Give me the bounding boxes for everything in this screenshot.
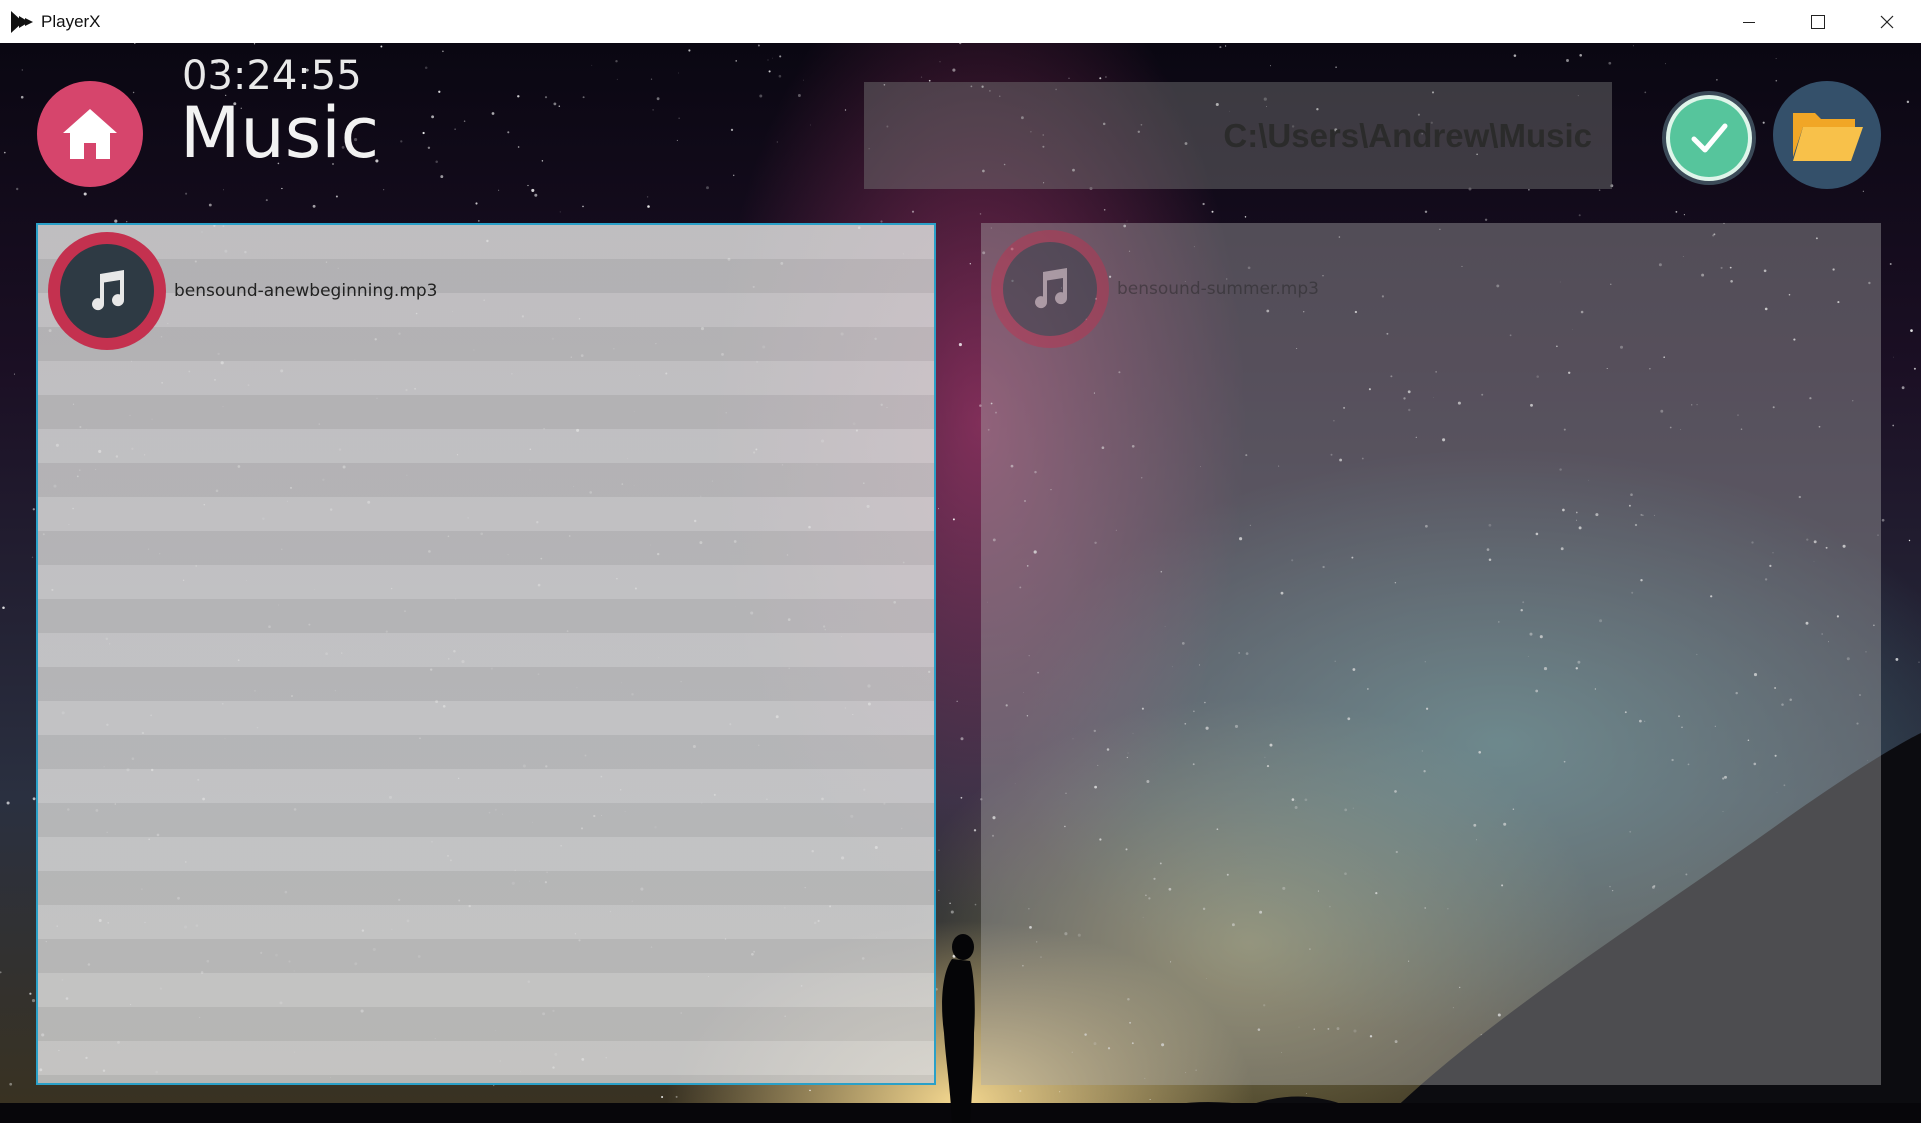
checkmark-icon [1691, 123, 1728, 153]
track-art [48, 232, 166, 350]
track-art [991, 230, 1109, 348]
path-input[interactable]: C:\Users\Andrew\Music [864, 82, 1612, 189]
open-folder-button[interactable] [1773, 81, 1881, 189]
home-icon [63, 109, 117, 159]
app-logo-icon [11, 10, 33, 33]
app-window: PlayerX 03:24:55 Music C:\Users\Andrew\M… [0, 0, 1921, 1123]
main-content: 03:24:55 Music C:\Users\Andrew\Music ben… [0, 43, 1921, 1123]
minimize-button[interactable] [1714, 0, 1783, 43]
music-note-icon [92, 270, 125, 311]
music-list-left[interactable]: bensound-anewbeginning.mp3 [36, 223, 936, 1085]
close-icon [1880, 15, 1893, 28]
title-bar: PlayerX [0, 0, 1921, 44]
confirm-button-inner [1670, 99, 1748, 177]
track-art-inner [60, 244, 154, 338]
maximize-button[interactable] [1783, 0, 1852, 43]
maximize-icon [1810, 14, 1825, 29]
track-name: bensound-anewbeginning.mp3 [174, 281, 438, 301]
music-list-right[interactable]: bensound-summer.mp3 [981, 223, 1881, 1085]
music-note-icon [1035, 268, 1068, 309]
confirm-button[interactable] [1662, 91, 1756, 185]
window-title: PlayerX [41, 11, 101, 31]
list-item[interactable]: bensound-anewbeginning.mp3 [48, 231, 437, 351]
close-button[interactable] [1852, 0, 1921, 43]
page-title: Music [180, 92, 380, 174]
folder-open-icon [1793, 113, 1863, 161]
track-art-inner [1003, 242, 1097, 336]
track-name: bensound-summer.mp3 [1117, 279, 1319, 299]
list-item[interactable]: bensound-summer.mp3 [991, 229, 1319, 349]
window-controls [1714, 0, 1921, 43]
home-button[interactable] [37, 81, 143, 187]
minimize-icon [1742, 21, 1755, 23]
path-text: C:\Users\Andrew\Music [1223, 116, 1592, 154]
